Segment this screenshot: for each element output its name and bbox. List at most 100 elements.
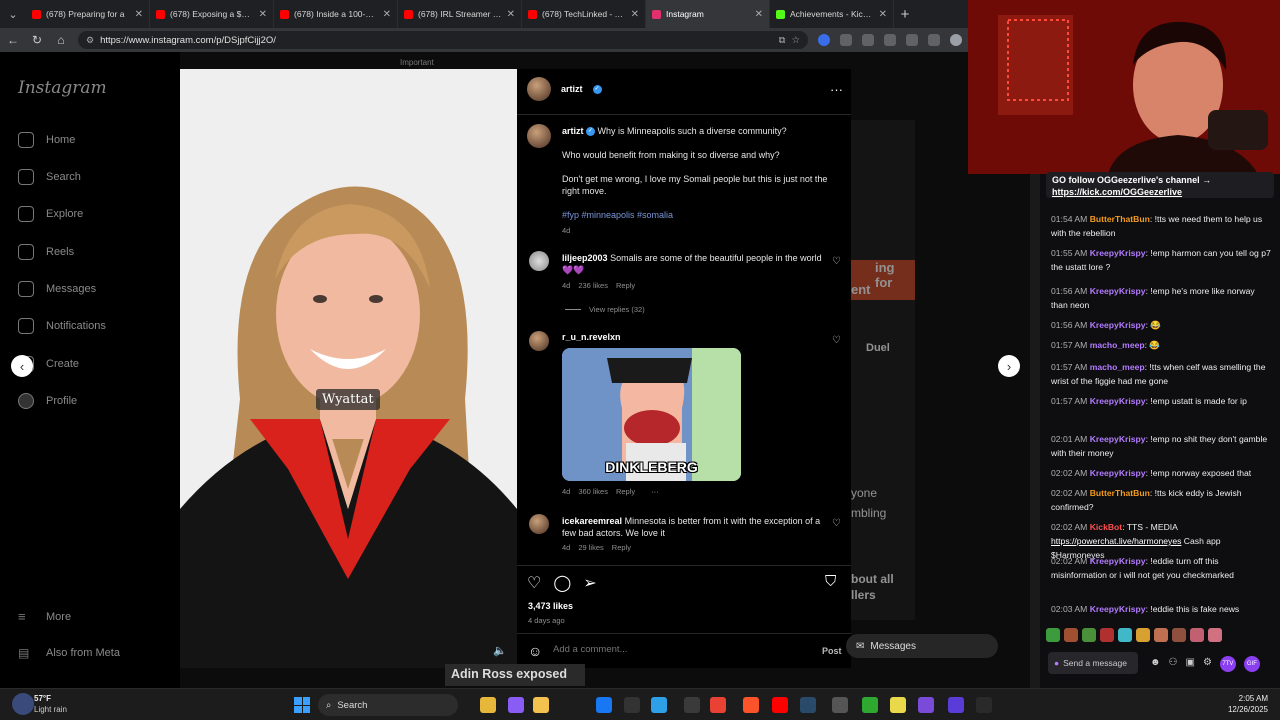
mute-icon[interactable]: 🔈 — [493, 644, 507, 657]
close-tab-icon[interactable]: ✕ — [879, 9, 887, 20]
sidebar-item-also-from-meta[interactable]: ▤ Also from Meta — [18, 646, 120, 660]
browser-tab[interactable]: (678) IRL Streamer Clavi ✕ — [398, 0, 522, 28]
extension-icon[interactable] — [862, 34, 874, 46]
address-bar[interactable]: ⚙ https://www.instagram.com/p/DSjpfCijj2… — [78, 31, 808, 49]
messages-button[interactable]: ✉ Messages — [846, 634, 998, 658]
bookmark-star-icon[interactable]: ☆ — [791, 35, 800, 46]
comment-bubble-icon[interactable]: ◯ — [553, 573, 571, 593]
chat-username[interactable]: macho_meep — [1090, 362, 1145, 372]
emote-icon[interactable] — [1118, 628, 1132, 642]
emote-icon[interactable] — [1046, 628, 1060, 642]
comment-username[interactable]: icekareemreal — [562, 516, 622, 526]
7tv-icon[interactable]: 7TV — [1219, 656, 1236, 672]
extension-icon[interactable] — [884, 34, 896, 46]
like-comment-heart-icon[interactable]: ♡ — [832, 256, 841, 267]
commenter-avatar[interactable] — [529, 331, 549, 351]
clock-time[interactable]: 2:05 AM — [1216, 694, 1268, 703]
reply-button[interactable]: Reply — [616, 281, 635, 290]
emote-icon[interactable] — [1082, 628, 1096, 642]
chat-username[interactable]: KreepyKrispy — [1090, 396, 1146, 406]
sidebar-item-messages[interactable]: Messages — [18, 281, 96, 297]
users-icon[interactable]: ⚇ — [1169, 656, 1178, 672]
chat-username[interactable]: KreepyKrispy — [1090, 248, 1146, 258]
browser-tab[interactable]: Achievements - Kick Da ✕ — [770, 0, 894, 28]
save-bookmark-icon[interactable]: ⛉ — [825, 573, 836, 590]
chat-username[interactable]: KreepyKrispy — [1090, 556, 1146, 566]
brave-icon[interactable] — [743, 697, 759, 713]
back-arrow-icon[interactable]: ← — [6, 33, 20, 47]
emote-icon[interactable] — [1172, 628, 1186, 642]
commenter-avatar[interactable] — [529, 251, 549, 271]
sidebar-item-explore[interactable]: Explore — [18, 206, 83, 222]
sidebar-item-profile[interactable]: Profile — [18, 393, 77, 409]
author-username[interactable]: artizt — [561, 84, 583, 94]
caption-username[interactable]: artizt — [562, 126, 584, 136]
chat-username[interactable]: ButterThatBun — [1090, 488, 1150, 498]
steam-icon[interactable] — [800, 697, 816, 713]
chat-username[interactable]: KreepyKrispy — [1090, 468, 1146, 478]
emote-icon[interactable] — [1136, 628, 1150, 642]
comment-username[interactable]: liljeep2003 — [562, 253, 608, 263]
chat-username[interactable]: KreepyKrispy — [1090, 320, 1146, 330]
calc-icon[interactable] — [684, 697, 700, 713]
extension-icon[interactable] — [840, 34, 852, 46]
shield-icon[interactable] — [928, 34, 940, 46]
instagram-logo[interactable]: Instagram — [18, 78, 107, 98]
chat-username[interactable]: KreepyKrispy — [1090, 286, 1146, 296]
previous-post-arrow-icon[interactable]: ‹ — [11, 355, 33, 377]
close-tab-icon[interactable]: ✕ — [135, 9, 143, 20]
tab-list-chevron-icon[interactable]: ⌄ — [0, 0, 26, 28]
sidebar-item-search[interactable]: Search — [18, 169, 81, 185]
extension-icon[interactable] — [906, 34, 918, 46]
browser-tab[interactable]: (678) Inside a 100-Year ✕ — [274, 0, 398, 28]
windows-start-icon[interactable] — [294, 697, 310, 713]
emote-icon[interactable] — [1190, 628, 1204, 642]
chat-username[interactable]: KreepyKrispy — [1090, 604, 1146, 614]
notes-icon[interactable] — [890, 697, 906, 713]
extension-icon[interactable] — [818, 34, 830, 46]
chat-username[interactable]: ButterThatBun — [1090, 214, 1150, 224]
comment-meme-image[interactable]: DINKLEBERG — [562, 348, 741, 481]
comment-username[interactable]: r_u_n.revelxn — [562, 332, 621, 342]
site-info-icon[interactable]: ⚙ — [86, 35, 94, 46]
close-tab-icon[interactable]: ✕ — [631, 9, 639, 20]
home-icon[interactable]: ⌂ — [54, 33, 68, 47]
file-explorer-icon[interactable] — [533, 697, 549, 713]
commenter-avatar[interactable] — [529, 514, 549, 534]
taskbar-search-box[interactable]: ⌕ Search — [318, 694, 458, 716]
settings-gear-icon[interactable]: ⚙ — [1203, 656, 1212, 672]
chrome-icon[interactable] — [710, 697, 726, 713]
pinned-link[interactable]: https://kick.com/OGGeezerlive — [1052, 186, 1268, 198]
author-avatar[interactable] — [527, 77, 551, 101]
reply-button[interactable]: Reply — [616, 487, 635, 496]
chat-link[interactable]: https://powerchat.live/harmoneyes — [1051, 536, 1181, 546]
close-tab-icon[interactable]: ✕ — [259, 9, 267, 20]
sidebar-item-reels[interactable]: Reels — [18, 244, 74, 260]
more-options-icon[interactable]: ··· — [830, 82, 843, 97]
browser-tab[interactable]: (678) TechLinked - YouT ✕ — [522, 0, 646, 28]
author-avatar[interactable] — [527, 124, 551, 148]
chat-username[interactable]: KickBot — [1090, 522, 1122, 532]
clock-date[interactable]: 12/26/2025 — [1216, 705, 1268, 714]
widget-icon[interactable] — [918, 697, 934, 713]
chat-username[interactable]: KreepyKrispy — [1090, 434, 1146, 444]
comment-likes[interactable]: 29 likes — [578, 543, 603, 552]
share-paper-plane-icon[interactable]: ➢ — [583, 573, 596, 593]
caption-hashtags[interactable]: #fyp #minneapolis #somalia — [562, 209, 673, 221]
next-post-arrow-icon[interactable]: › — [998, 355, 1020, 377]
emote-icon[interactable] — [1064, 628, 1078, 642]
facebook-icon[interactable] — [596, 697, 612, 713]
obs-icon[interactable] — [948, 697, 964, 713]
add-comment-input[interactable] — [553, 644, 803, 655]
reply-button[interactable]: Reply — [612, 543, 631, 552]
copilot-icon[interactable] — [508, 697, 524, 713]
sidebar-item-notifications[interactable]: Notifications — [18, 318, 106, 334]
gif-icon[interactable]: GIF — [1243, 656, 1260, 672]
emote-icon[interactable] — [1154, 628, 1168, 642]
post-comment-button[interactable]: Post — [822, 646, 842, 656]
reload-icon[interactable]: ↻ — [30, 33, 44, 47]
open-in-app-icon[interactable]: ⧉ — [779, 35, 786, 46]
post-likes[interactable]: 3,473 likes — [528, 601, 573, 611]
more-options-icon[interactable]: ··· — [651, 487, 659, 496]
amazon-icon[interactable] — [624, 697, 640, 713]
